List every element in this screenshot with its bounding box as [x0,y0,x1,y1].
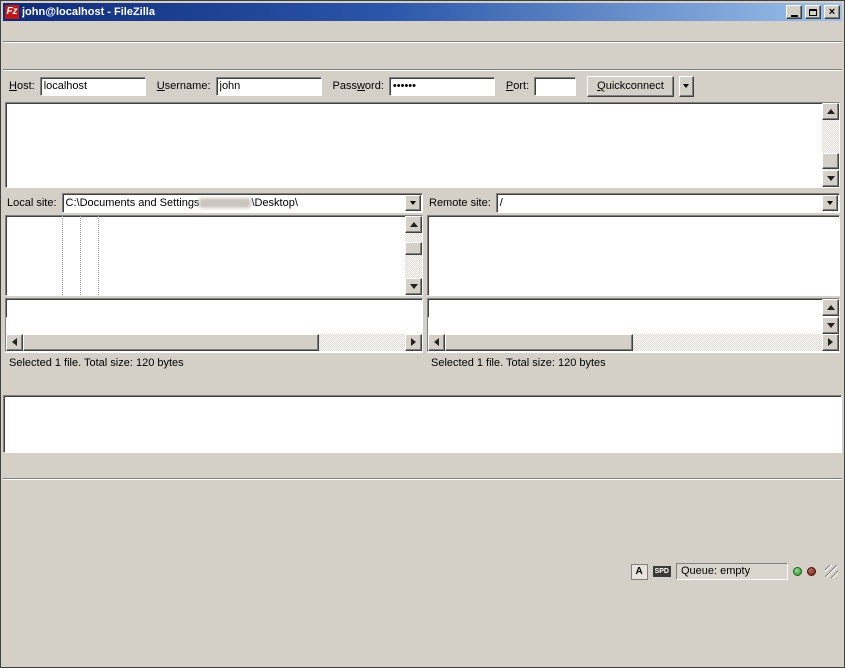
arrow-left-icon [434,338,439,346]
chevron-down-icon [683,84,689,88]
port-input[interactable] [534,77,576,96]
queue-tabs [3,453,842,478]
scroll-up-button[interactable] [822,299,839,316]
username-label: Username: [157,80,211,92]
arrow-left-icon [12,338,17,346]
queue-size-field: Queue: empty [676,563,788,580]
arrow-right-icon [828,338,833,346]
scroll-down-button[interactable] [405,278,422,295]
local-hscrollbar [6,334,422,351]
arrow-up-icon [410,222,418,227]
arrow-up-icon [827,305,835,310]
scrollbar-thumb[interactable] [405,242,422,255]
tree-guide [98,216,99,295]
scroll-down-button[interactable] [822,317,839,334]
maximize-icon [809,9,817,16]
local-pane: Local site: C:\Documents and Settings\De… [5,192,423,373]
remote-scrollbar [822,299,839,334]
remote-status-text: Selected 1 file. Total size: 120 bytes [427,352,840,373]
arrow-up-icon [827,109,835,114]
tree-guide [80,216,81,295]
local-list-rows [6,317,422,334]
window-title: john@localhost - FileZilla [22,6,783,18]
activity-led-red-icon [807,567,816,576]
remote-site-combo[interactable]: / [496,193,840,213]
queue-body [3,395,842,453]
title-bar: Fz john@localhost - FileZilla × [3,3,842,21]
remote-file-list [427,298,840,352]
scroll-down-button[interactable] [822,170,839,187]
chevron-down-icon [410,201,416,205]
minimize-button[interactable] [786,5,802,19]
local-site-combo[interactable]: C:\Documents and Settings\Desktop\ [62,193,423,213]
queue-header [3,375,842,395]
filezilla-logo-icon: Fz [5,5,19,19]
speed-limits-icon[interactable]: SPD [653,566,671,577]
remote-site-dropdown-button[interactable] [822,195,838,211]
local-tree-scrollbar [405,216,422,295]
arrow-down-icon [410,284,418,289]
scroll-up-button[interactable] [822,103,839,120]
remote-site-row: Remote site: / [427,192,840,214]
close-button[interactable]: × [824,5,840,19]
host-input[interactable] [40,77,146,96]
password-input[interactable] [389,77,495,96]
menu-bar [3,21,842,41]
arrow-down-icon [827,323,835,328]
remote-list-rows [428,317,822,334]
scroll-up-button[interactable] [405,216,422,233]
scroll-left-button[interactable] [6,334,23,351]
local-status-text: Selected 1 file. Total size: 120 bytes [5,352,423,373]
resize-grip[interactable] [825,565,838,578]
redacted-username [199,198,251,208]
host-label: Host: [9,80,35,92]
log-scrollbar [822,103,839,187]
remote-pane: Remote site: / [427,192,840,373]
local-file-list [5,298,423,352]
toolbar [3,43,842,69]
maximize-button[interactable] [805,5,821,19]
username-input[interactable] [216,77,322,96]
minimize-icon [791,15,798,17]
scrollbar-thumb[interactable] [445,334,633,351]
scrollbar-thumb[interactable] [822,153,839,169]
message-log [5,102,840,188]
remote-hscrollbar [428,334,839,351]
close-icon: × [829,7,835,17]
quickconnect-button[interactable]: Quickconnect [587,76,674,97]
scroll-right-button[interactable] [822,334,839,351]
scrollbar-thumb[interactable] [23,334,319,351]
filezilla-window: Fz john@localhost - FileZilla × Host: Us… [0,0,845,668]
arrow-down-icon [827,176,835,181]
tree-guide [62,216,63,295]
data-type-indicator-icon[interactable]: A [631,564,648,580]
scroll-right-button[interactable] [405,334,422,351]
activity-led-green-icon [793,567,802,576]
remote-list-header [428,299,822,317]
local-site-row: Local site: C:\Documents and Settings\De… [5,192,423,214]
chevron-down-icon [827,201,833,205]
main-split: Local site: C:\Documents and Settings\De… [3,190,842,373]
local-list-header [6,299,422,317]
scroll-left-button[interactable] [428,334,445,351]
quickconnect-bar: Host: Username: Password: Port: Quickcon… [3,71,842,101]
remote-directory-tree [427,215,840,296]
remote-site-label: Remote site: [427,197,496,209]
password-label: Password: [333,80,384,92]
status-bar: A SPD Queue: empty [3,478,842,666]
local-directory-tree [5,215,423,296]
port-label: Port: [506,80,529,92]
local-site-label: Local site: [5,197,62,209]
local-site-dropdown-button[interactable] [405,195,421,211]
quickconnect-dropdown-button[interactable] [679,76,694,97]
arrow-right-icon [411,338,416,346]
